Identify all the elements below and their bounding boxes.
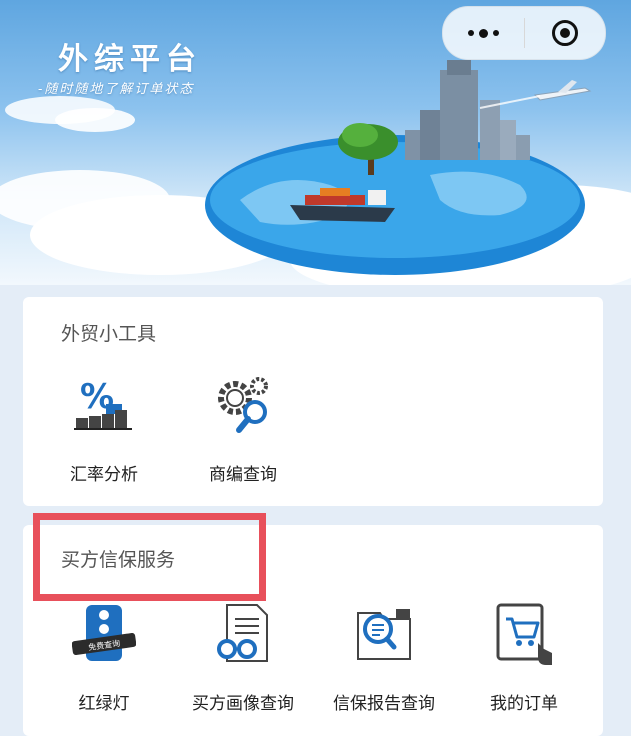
tool-label: 买方画像查询 [192,694,294,714]
traffic-light-icon: 免费查询 [72,605,136,661]
tools-card: 外贸小工具 % 汇率分析 商编查询 [23,297,603,506]
tool-label: 红绿灯 [78,694,130,714]
section-title-tools: 外贸小工具 [61,323,157,345]
banner-title: 外综平台 [58,42,202,77]
more-button[interactable] [443,7,524,59]
gear-search-icon [218,377,268,433]
exchange-rate-icon: % [74,377,132,430]
banner-subtitle: -随时随地了解订单状态 [38,82,195,97]
tool-label: 信保报告查询 [333,694,435,714]
target-close-icon [551,20,578,46]
tool-exchange-rate[interactable]: % 汇率分析 [39,374,169,485]
tool-buyer-profile[interactable]: 买方画像查询 [178,603,308,714]
close-button[interactable] [525,7,606,59]
tool-label: 汇率分析 [70,465,138,485]
report-search-icon [357,609,411,660]
document-glasses-icon [217,604,268,662]
tool-hs-code-search[interactable]: 商编查询 [178,374,308,485]
tool-credit-report[interactable]: 信保报告查询 [319,603,449,714]
tool-traffic-light[interactable]: 免费查询 红绿灯 [39,603,169,714]
buyer-credit-card: 买方信保服务 免费查询 红绿灯 买方画像查询 信保报告查询 我的订单 [23,525,603,736]
section-title-buyer-credit: 买方信保服务 [61,549,176,571]
tool-label: 商编查询 [209,465,277,485]
tablet-cart-icon [496,603,552,665]
miniprogram-capsule [442,6,606,60]
more-dots-icon [467,28,499,38]
tool-label: 我的订单 [490,694,558,714]
tool-my-orders[interactable]: 我的订单 [459,603,589,714]
